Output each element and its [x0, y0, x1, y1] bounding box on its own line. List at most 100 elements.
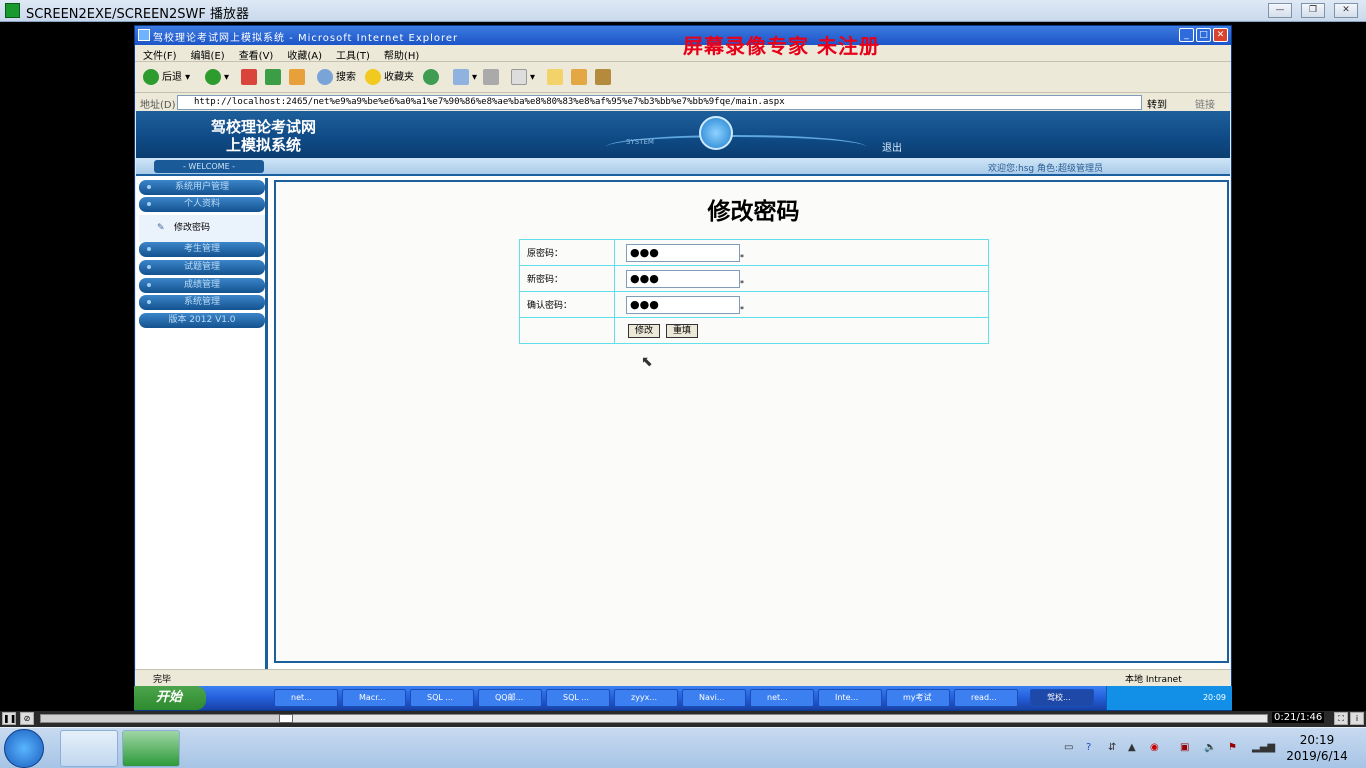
- mail-button[interactable]: ▾: [453, 69, 477, 87]
- home-icon: [289, 69, 305, 85]
- show-hidden-icon[interactable]: ▲: [1128, 742, 1142, 754]
- address-label: 地址(D): [140, 100, 176, 111]
- sidebar-item-questions[interactable]: 试题管理: [139, 260, 265, 275]
- xp-task-button-active[interactable]: 驾校...: [1030, 689, 1094, 707]
- xp-task-button[interactable]: my考试: [886, 689, 950, 707]
- clock-date: 2019/6/14: [1286, 749, 1348, 763]
- back-button[interactable]: 后退 ▾: [143, 69, 190, 87]
- system-clock[interactable]: 20:19 2019/6/14: [1284, 732, 1350, 764]
- messenger-icon: [595, 69, 611, 85]
- flag-icon[interactable]: ⚑: [1228, 742, 1242, 754]
- site-banner: 驾校理论考试网 上模拟系统 SYSTEM 退出: [136, 111, 1230, 158]
- sidebar-item-user-management[interactable]: 系统用户管理: [139, 180, 265, 195]
- signal-icon[interactable]: ▂▄▆: [1252, 742, 1275, 754]
- security-icon[interactable]: ◉: [1150, 742, 1164, 754]
- discuss-button[interactable]: [547, 69, 566, 87]
- xp-task-button[interactable]: zyyx...: [614, 689, 678, 707]
- minimize-icon[interactable]: —: [1268, 3, 1292, 18]
- info-icon[interactable]: i: [1350, 712, 1364, 725]
- old-password-input[interactable]: ●●●: [626, 243, 740, 262]
- required-mark: *: [740, 278, 744, 288]
- xp-start-button[interactable]: 开始: [134, 686, 206, 710]
- messenger-button[interactable]: [595, 69, 614, 87]
- address-input[interactable]: http://localhost:2465/net%e9%a9%be%e6%a0…: [177, 95, 1142, 110]
- device-icon[interactable]: ▣: [1180, 742, 1194, 754]
- stop-button[interactable]: [241, 69, 260, 87]
- xp-task-button[interactable]: SQL ...: [546, 689, 610, 707]
- reset-button[interactable]: 重填: [666, 323, 699, 338]
- help-icon[interactable]: ?: [1086, 742, 1100, 754]
- forward-button[interactable]: ▾: [205, 69, 229, 87]
- xp-task-button[interactable]: Macr...: [342, 689, 406, 707]
- print-button[interactable]: [483, 69, 502, 87]
- print-icon: [483, 69, 499, 85]
- xp-taskbar: 开始 net... Macr... SQL ... QQ邮... SQL ...…: [134, 686, 1232, 710]
- submit-button[interactable]: 修改: [628, 323, 661, 338]
- player-taskbar-icon[interactable]: [122, 730, 180, 767]
- xp-task-button[interactable]: Navi...: [682, 689, 746, 707]
- ie-maximize-icon[interactable]: □: [1196, 28, 1211, 42]
- menu-edit[interactable]: 编辑(E): [191, 47, 225, 62]
- sidebar: 系统用户管理 个人资料 ✎ 修改密码 考生管理 试题管理 成绩管理 系统管理 版本…: [136, 178, 268, 669]
- sidebar-item-students[interactable]: 考生管理: [139, 242, 265, 257]
- welcome-bar: - WELCOME - 欢迎您:hsg 角色:超级管理员: [136, 158, 1230, 176]
- mail-icon: [453, 69, 469, 85]
- site-title: 驾校理论考试网 上模拟系统: [211, 118, 316, 154]
- refresh-button[interactable]: [265, 69, 284, 87]
- form-cell: ●●● *: [614, 239, 989, 266]
- logout-link[interactable]: 退出: [882, 139, 902, 154]
- fullscreen-icon[interactable]: ⛶: [1334, 712, 1348, 725]
- form-row: 新密码： ●●● *: [519, 265, 989, 292]
- menu-help[interactable]: 帮助(H): [384, 47, 419, 62]
- menu-view[interactable]: 查看(V): [239, 47, 274, 62]
- history-icon: [423, 69, 439, 85]
- explorer-taskbar-icon[interactable]: [60, 730, 118, 767]
- player-app-icon: [5, 3, 20, 18]
- favorites-button[interactable]: 收藏夹: [365, 69, 414, 87]
- home-button[interactable]: [289, 69, 308, 87]
- menu-file[interactable]: 文件(F): [143, 47, 177, 62]
- xp-task-button[interactable]: QQ邮...: [478, 689, 542, 707]
- search-button[interactable]: 搜索: [317, 69, 356, 87]
- restore-icon[interactable]: ❐: [1301, 3, 1325, 18]
- menu-bar: 文件(F) 编辑(E) 查看(V) 收藏(A) 工具(T) 帮助(H): [135, 45, 1231, 62]
- site-title-line2: 上模拟系统: [226, 136, 302, 154]
- sidebar-item-profile[interactable]: 个人资料: [139, 197, 265, 212]
- progress-bar[interactable]: [40, 714, 1268, 723]
- mail-icon: [699, 116, 733, 150]
- ie-minimize-icon[interactable]: _: [1179, 28, 1194, 42]
- xp-clock: 20:09: [1202, 693, 1226, 702]
- progress-knob[interactable]: [279, 714, 294, 723]
- sidebar-item-scores[interactable]: 成绩管理: [139, 278, 265, 293]
- links-button[interactable]: 链接: [1195, 96, 1215, 111]
- content-frame: 修改密码 原密码： ●●● * 新密码： ●●● * 确认密码： ●●● * 修改 重填 ⬉: [274, 180, 1229, 663]
- old-password-label: 原密码：: [519, 239, 615, 266]
- sidebar-item-system[interactable]: 系统管理: [139, 295, 265, 310]
- windows-start-icon[interactable]: [4, 729, 44, 768]
- go-button[interactable]: 转到: [1147, 96, 1167, 111]
- stop-icon: [241, 69, 257, 85]
- version-label: 版本 2012 V1.0: [168, 315, 236, 325]
- confirm-password-input[interactable]: ●●●: [626, 295, 740, 314]
- required-mark: *: [740, 252, 744, 262]
- menu-tools[interactable]: 工具(T): [336, 47, 370, 62]
- xp-task-button[interactable]: net...: [274, 689, 338, 707]
- stop-icon[interactable]: ⊘: [20, 712, 34, 725]
- sidebar-subitem-change-password[interactable]: ✎ 修改密码: [139, 215, 265, 242]
- edit-button[interactable]: ▾: [511, 69, 535, 87]
- ie-close-icon[interactable]: ✕: [1213, 28, 1228, 42]
- xp-task-button[interactable]: SQL ...: [410, 689, 474, 707]
- pause-icon[interactable]: ❚❚: [2, 712, 16, 725]
- new-password-input[interactable]: ●●●: [626, 269, 740, 288]
- dot-icon: [147, 247, 151, 251]
- history-button[interactable]: [423, 69, 442, 87]
- research-button[interactable]: [571, 69, 590, 87]
- xp-task-button[interactable]: net...: [750, 689, 814, 707]
- xp-task-button[interactable]: read...: [954, 689, 1018, 707]
- keyboard-icon[interactable]: ▭: [1064, 742, 1078, 754]
- volume-icon[interactable]: 🔈: [1204, 742, 1218, 754]
- close-icon[interactable]: ✕: [1334, 3, 1358, 18]
- xp-task-button[interactable]: Inte...: [818, 689, 882, 707]
- menu-favorites[interactable]: 收藏(A): [287, 47, 322, 62]
- network-icon[interactable]: ⇵: [1108, 742, 1122, 754]
